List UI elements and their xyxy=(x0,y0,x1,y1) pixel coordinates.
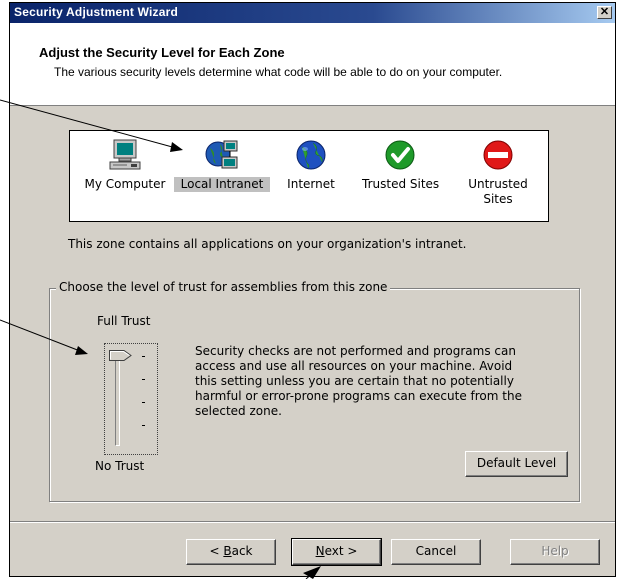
slider-track xyxy=(115,352,120,446)
window-title: Security Adjustment Wizard xyxy=(14,5,179,19)
next-button[interactable]: Next > xyxy=(291,538,382,566)
close-icon: ✕ xyxy=(599,6,610,18)
wizard-header: Adjust the Security Level for Each Zone … xyxy=(10,23,615,106)
page-title: Adjust the Security Level for Each Zone xyxy=(39,45,285,60)
slider-tick xyxy=(142,402,145,403)
zone-label: Trusted Sites xyxy=(362,177,440,191)
computer-icon xyxy=(107,137,143,173)
slider-max-label: Full Trust xyxy=(97,314,151,328)
slider-thumb[interactable] xyxy=(109,350,132,361)
zone-internet[interactable]: Internet xyxy=(278,137,344,192)
slider-tick xyxy=(142,379,145,380)
slider-tick xyxy=(142,356,145,357)
globe-icon xyxy=(293,137,329,173)
title-bar[interactable]: Security Adjustment Wizard ✕ xyxy=(10,3,615,23)
slider-min-label: No Trust xyxy=(95,459,145,473)
trust-level-slider[interactable] xyxy=(104,343,158,455)
zone-local-intranet[interactable]: Local Intranet xyxy=(174,137,270,192)
group-legend: Choose the level of trust for assemblies… xyxy=(56,280,391,294)
network-globe-icon xyxy=(204,137,240,173)
default-level-button[interactable]: Default Level xyxy=(465,451,568,477)
help-button[interactable]: Help xyxy=(510,539,600,565)
page-description: The various security levels determine wh… xyxy=(54,65,503,79)
no-entry-icon xyxy=(480,137,516,173)
zone-label: Local Intranet xyxy=(174,177,270,192)
zone-trusted-sites[interactable]: Trusted Sites xyxy=(360,137,440,192)
zone-untrusted-sites[interactable]: Untrusted Sites xyxy=(458,137,538,207)
back-button[interactable]: < Back xyxy=(186,539,276,565)
zone-my-computer[interactable]: My Computer xyxy=(79,137,171,192)
close-button[interactable]: ✕ xyxy=(597,6,612,19)
zone-label: My Computer xyxy=(84,177,166,191)
trust-level-description: Security checks are not performed and pr… xyxy=(195,344,522,418)
zone-list: My Computer Local Intranet Internet Trus… xyxy=(69,130,549,222)
cancel-button[interactable]: Cancel xyxy=(391,539,481,565)
button-separator xyxy=(10,521,615,523)
zone-label: Internet xyxy=(287,177,335,191)
wizard-window: Security Adjustment Wizard ✕ Adjust the … xyxy=(9,2,616,577)
zone-label: Untrusted Sites xyxy=(468,177,528,206)
zone-description: This zone contains all applications on y… xyxy=(68,237,467,251)
trust-level-group: Choose the level of trust for assemblies… xyxy=(49,280,580,502)
checkmark-icon xyxy=(382,137,418,173)
slider-tick xyxy=(142,425,145,426)
